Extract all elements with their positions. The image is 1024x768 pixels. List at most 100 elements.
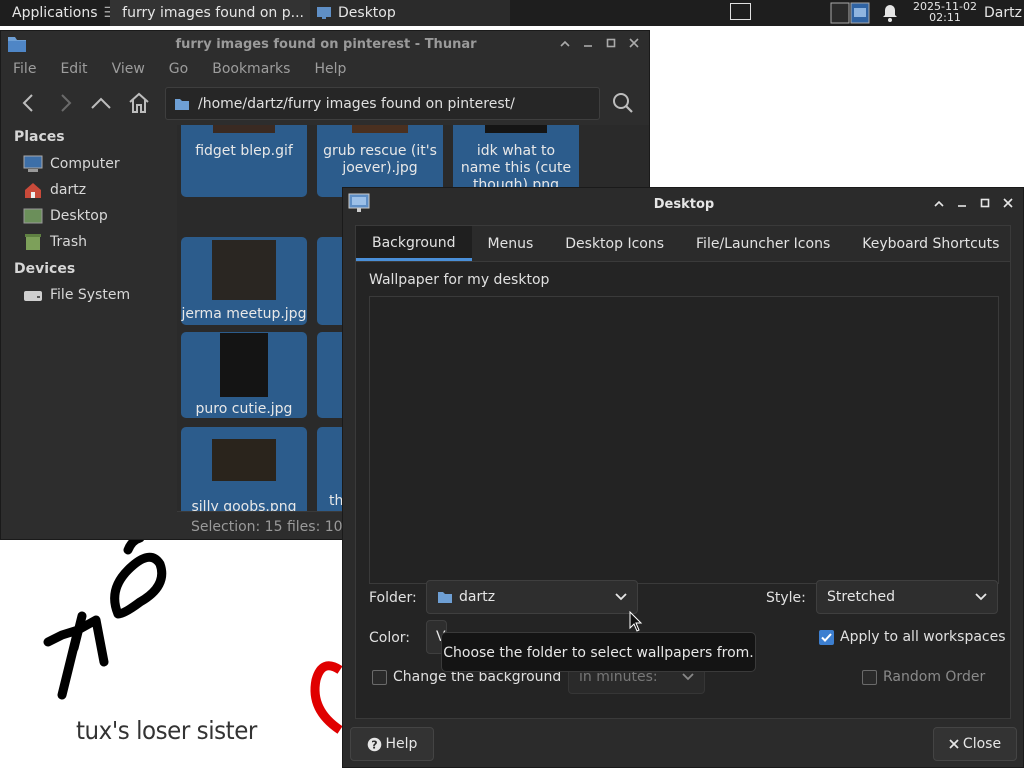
sidebar-item-label: dartz [50, 182, 87, 198]
close-button[interactable] [627, 36, 641, 50]
file-thumbnail [213, 125, 275, 133]
menu-file[interactable]: File [1, 57, 48, 81]
close-icon [1003, 198, 1013, 208]
roll-up-button[interactable] [558, 36, 572, 50]
minimize-button[interactable] [581, 36, 595, 50]
style-select[interactable]: Stretched [816, 580, 998, 614]
minimize-icon [584, 45, 592, 47]
folder-label: Folder: [369, 590, 417, 606]
file-item[interactable]: jerma meetup.jpg [181, 237, 307, 325]
close-button-label: Close [962, 736, 1002, 752]
menu-help[interactable]: Help [302, 57, 358, 81]
window-controls [932, 196, 1015, 210]
menu-view[interactable]: View [100, 57, 157, 81]
close-button[interactable] [1001, 196, 1015, 210]
forward-icon[interactable] [53, 91, 77, 115]
home-icon [25, 183, 41, 198]
trash-icon [25, 234, 41, 250]
file-item[interactable]: silly goobs.png [181, 427, 307, 511]
maximize-button[interactable] [978, 196, 992, 210]
close-dialog-button[interactable]: Close [933, 727, 1017, 761]
maximize-icon [980, 198, 990, 208]
folder-icon [175, 98, 189, 110]
sidebar-item-desktop[interactable]: Desktop [23, 204, 108, 228]
taskbar-item-label: furry images found on p... [122, 5, 304, 21]
taskbar-item-label: Desktop [338, 5, 396, 21]
arrow-doodle [43, 533, 167, 700]
heart-doodle [310, 661, 343, 734]
taskbar-item-desktop[interactable]: Desktop [310, 0, 510, 26]
folder-tooltip: Choose the folder to select wallpapers f… [441, 632, 756, 672]
tab-menus[interactable]: Menus [472, 226, 550, 261]
workspace-switcher[interactable] [830, 2, 870, 24]
random-order-checkbox[interactable]: Random Order [862, 669, 985, 685]
file-item[interactable]: fidget blep.gif [181, 125, 307, 197]
clock[interactable]: 2025-11-02 02:11 [908, 1, 982, 23]
chevron-down-icon [682, 673, 694, 681]
checkbox-label: Random Order [883, 669, 986, 685]
location-path: /home/dartz/furry images found on pinter… [198, 95, 515, 112]
sidebar-item-label: Computer [50, 156, 120, 172]
close-icon [949, 739, 959, 749]
applications-label: Applications [12, 5, 98, 21]
apply-all-workspaces-checkbox[interactable]: Apply to all workspaces [819, 629, 1006, 645]
taskbar-item-thunar[interactable]: furry images found on p... [110, 0, 310, 26]
wallpaper-grid[interactable] [369, 296, 999, 584]
search-icon[interactable] [611, 91, 635, 115]
color-label: Color: [369, 630, 411, 646]
tab-file-launcher-icons[interactable]: File/Launcher Icons [680, 226, 846, 261]
checkbox-box [862, 669, 877, 685]
chevron-down-icon [615, 593, 627, 601]
home-icon[interactable] [127, 91, 151, 115]
file-thumbnail [220, 333, 268, 397]
menu-edit[interactable]: Edit [48, 57, 99, 81]
help-icon: ? [367, 737, 381, 751]
file-thumbnail [352, 125, 408, 133]
file-name: jerma meetup.jpg [181, 306, 307, 322]
sidebar-item-dartz[interactable]: dartz [23, 178, 86, 202]
places-heading: Places [14, 129, 65, 145]
maximize-icon [606, 38, 616, 48]
location-bar[interactable]: /home/dartz/furry images found on pinter… [165, 87, 600, 120]
menu-go[interactable]: Go [157, 57, 200, 81]
folder-select[interactable]: dartz [426, 580, 638, 614]
file-thumbnail [212, 240, 276, 300]
file-item[interactable]: puro cutie.jpg [181, 332, 307, 418]
sidebar-item-computer[interactable]: Computer [23, 152, 120, 176]
desktop-settings-dialog: Desktop Background Menus Desktop Icons F… [342, 187, 1024, 768]
help-button-label: Help [385, 736, 418, 752]
sidebar-item-label: Desktop [50, 208, 108, 224]
sidebar-item-label: File System [50, 287, 131, 303]
file-name: puro cutie.jpg [195, 401, 293, 417]
file-name: grub rescue (it's joever).jpg [323, 143, 437, 176]
menu-bookmarks[interactable]: Bookmarks [200, 57, 302, 81]
roll-up-button[interactable] [932, 196, 946, 210]
applications-menu-button[interactable]: Applications ☰ [0, 0, 110, 26]
close-icon [629, 38, 639, 48]
tab-keyboard-shortcuts[interactable]: Keyboard Shortcuts [846, 226, 1015, 261]
file-thumbnail [212, 439, 276, 481]
checkbox-box [372, 669, 387, 685]
tab-bar: Background Menus Desktop Icons File/Laun… [356, 226, 1010, 262]
sidebar: Places Computer dartz Desktop Trash Devi… [1, 125, 177, 539]
sidebar-item-trash[interactable]: Trash [23, 230, 87, 254]
tab-background[interactable]: Background [356, 226, 472, 261]
back-icon[interactable] [17, 91, 41, 115]
tab-desktop-icons[interactable]: Desktop Icons [549, 226, 680, 261]
toolbar: /home/dartz/furry images found on pinter… [1, 83, 649, 123]
help-button[interactable]: ? Help [350, 727, 434, 761]
desktop-caption: tux's loser sister [76, 716, 257, 745]
style-label: Style: [766, 590, 806, 606]
user-menu-button[interactable]: Dartz [984, 0, 1022, 26]
svg-text:?: ? [371, 738, 377, 751]
desktop-icon [23, 208, 43, 224]
sidebar-item-file-system[interactable]: File System [23, 283, 130, 307]
window-controls [558, 36, 641, 50]
show-desktop-button[interactable] [730, 3, 751, 20]
chevron-up-icon [934, 200, 944, 207]
maximize-button[interactable] [604, 36, 618, 50]
minimize-button[interactable] [955, 196, 969, 210]
parent-folder-icon[interactable] [89, 91, 113, 115]
desktop-settings-icon [317, 7, 331, 19]
notification-bell-icon[interactable] [882, 4, 898, 22]
